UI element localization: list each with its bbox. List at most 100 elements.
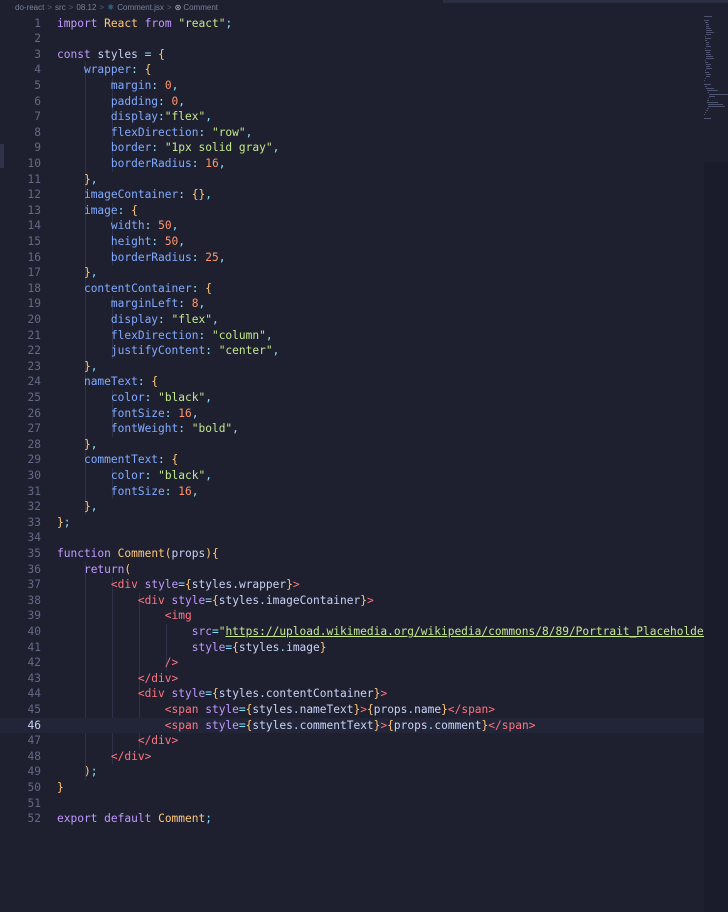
code-line[interactable]: 47 </div> bbox=[0, 733, 704, 749]
code-text[interactable]: borderRadius: 25, bbox=[57, 250, 226, 266]
code-text[interactable]: color: "black", bbox=[57, 468, 212, 484]
code-line[interactable]: 5 margin: 0, bbox=[0, 78, 704, 94]
code-text[interactable]: flexDirection: "row", bbox=[57, 125, 253, 141]
code-text[interactable]: nameText: { bbox=[57, 374, 158, 390]
code-line[interactable]: 52 export default Comment; bbox=[0, 811, 704, 827]
code-line[interactable]: 46 <span style={styles.commentText}>{pro… bbox=[0, 717, 704, 734]
code-text[interactable]: commentText: { bbox=[57, 452, 178, 468]
code-text[interactable]: } bbox=[57, 780, 64, 796]
code-text[interactable]: }, bbox=[57, 172, 98, 188]
code-text[interactable]: function Comment(props){ bbox=[57, 546, 219, 562]
code-text[interactable]: <span style={styles.commentText}>{props.… bbox=[57, 718, 536, 734]
code-line[interactable]: 30 color: "black", bbox=[0, 468, 704, 484]
code-line[interactable]: 7 display:"flex", bbox=[0, 109, 704, 125]
code-text[interactable]: borderRadius: 16, bbox=[57, 156, 226, 172]
code-text[interactable]: <img bbox=[57, 608, 192, 624]
code-line[interactable]: 21 flexDirection: "column", bbox=[0, 328, 704, 344]
code-line[interactable]: 41 style={styles.image} bbox=[0, 640, 704, 656]
code-text[interactable]: src="https://upload.wikimedia.org/wikipe… bbox=[57, 624, 728, 640]
code-line[interactable]: 9 border: "1px solid gray", bbox=[0, 140, 704, 156]
breadcrumb-item-file[interactable]: Comment.jsx bbox=[117, 3, 164, 12]
code-line[interactable]: 38 <div style={styles.imageContainer}> bbox=[0, 593, 704, 609]
code-line[interactable]: 48 </div> bbox=[0, 749, 704, 765]
minimap[interactable] bbox=[704, 14, 728, 134]
code-line[interactable]: 49 ); bbox=[0, 764, 704, 780]
code-line[interactable]: 42 /> bbox=[0, 655, 704, 671]
code-text[interactable]: </div> bbox=[57, 749, 151, 765]
code-line[interactable]: 22 justifyContent: "center", bbox=[0, 343, 704, 359]
code-text[interactable]: }, bbox=[57, 499, 98, 515]
code-line[interactable]: 13 image: { bbox=[0, 203, 704, 219]
code-line[interactable]: 10 borderRadius: 16, bbox=[0, 156, 704, 172]
code-text[interactable]: padding: 0, bbox=[57, 94, 185, 110]
code-text[interactable]: width: 50, bbox=[57, 218, 178, 234]
code-text[interactable]: import React from "react"; bbox=[57, 16, 232, 32]
breadcrumb-item-project[interactable]: do-react bbox=[15, 3, 44, 12]
code-text[interactable]: return( bbox=[57, 562, 131, 578]
code-line[interactable]: 45 <span style={styles.nameText}>{props.… bbox=[0, 702, 704, 718]
code-line[interactable]: 1 import React from "react"; bbox=[0, 16, 704, 32]
code-line[interactable]: 23 }, bbox=[0, 359, 704, 375]
code-line[interactable]: 33}; bbox=[0, 515, 704, 531]
code-editor[interactable]: 1 import React from "react"; 2 3 const style… bbox=[0, 14, 728, 912]
code-line[interactable]: 6 padding: 0, bbox=[0, 94, 704, 110]
breadcrumb-item-folder[interactable]: 08.12 bbox=[76, 3, 96, 12]
code-text[interactable]: <div style={styles.wrapper}> bbox=[57, 577, 300, 593]
code-text[interactable]: justifyContent: "center", bbox=[57, 343, 279, 359]
code-line[interactable]: 15 height: 50, bbox=[0, 234, 704, 250]
code-text[interactable]: /> bbox=[57, 655, 178, 671]
code-text[interactable]: </div> bbox=[57, 733, 178, 749]
code-line[interactable]: 26 fontSize: 16, bbox=[0, 406, 704, 422]
breadcrumb-item-src[interactable]: src bbox=[55, 3, 66, 12]
code-text[interactable]: const styles = { bbox=[57, 47, 165, 63]
code-text[interactable]: border: "1px solid gray", bbox=[57, 140, 279, 156]
breadcrumb-item-symbol[interactable]: Comment bbox=[183, 3, 218, 12]
code-line[interactable]: 28 }, bbox=[0, 437, 704, 453]
code-line[interactable]: 43 </div> bbox=[0, 671, 704, 687]
code-text[interactable]: display:"flex", bbox=[57, 109, 212, 125]
code-line[interactable]: 24 nameText: { bbox=[0, 374, 704, 390]
code-text[interactable]: }, bbox=[57, 265, 98, 281]
code-text[interactable]: margin: 0, bbox=[57, 78, 178, 94]
code-text[interactable]: }, bbox=[57, 359, 98, 375]
code-line[interactable]: 40 src="https://upload.wikimedia.org/wik… bbox=[0, 624, 728, 640]
code-text[interactable]: <div style={styles.imageContainer}> bbox=[57, 593, 374, 609]
code-text[interactable]: style={styles.image} bbox=[57, 640, 327, 656]
code-line[interactable]: 12 imageContainer: {}, bbox=[0, 187, 704, 203]
code-line[interactable]: 3 const styles = { bbox=[0, 47, 704, 63]
code-line[interactable]: 27 fontWeight: "bold", bbox=[0, 421, 704, 437]
code-line[interactable]: 14 width: 50, bbox=[0, 218, 704, 234]
code-text[interactable]: height: 50, bbox=[57, 234, 185, 250]
code-line[interactable]: 51 bbox=[0, 796, 704, 812]
code-text[interactable]: fontWeight: "bold", bbox=[57, 421, 239, 437]
code-text[interactable]: <span style={styles.nameText}>{props.nam… bbox=[57, 702, 495, 718]
code-line[interactable]: 50} bbox=[0, 780, 704, 796]
code-line[interactable]: 16 borderRadius: 25, bbox=[0, 250, 704, 266]
code-line[interactable]: 18 contentContainer: { bbox=[0, 281, 704, 297]
code-text[interactable]: <div style={styles.contentContainer}> bbox=[57, 686, 387, 702]
code-text[interactable]: </div> bbox=[57, 671, 178, 687]
code-line[interactable]: 39 <img bbox=[0, 608, 704, 624]
code-text[interactable]: image: { bbox=[57, 203, 138, 219]
code-text[interactable]: fontSize: 16, bbox=[57, 484, 199, 500]
code-line[interactable]: 44 <div style={styles.contentContainer}> bbox=[0, 686, 704, 702]
code-line[interactable]: 11 }, bbox=[0, 172, 704, 188]
code-line[interactable]: 8 flexDirection: "row", bbox=[0, 125, 704, 141]
code-line[interactable]: 4 wrapper: { bbox=[0, 62, 704, 78]
editor-scrollbar[interactable] bbox=[704, 14, 728, 912]
code-line[interactable]: 19 marginLeft: 8, bbox=[0, 296, 704, 312]
code-text[interactable]: flexDirection: "column", bbox=[57, 328, 273, 344]
code-line[interactable]: 20 display: "flex", bbox=[0, 312, 704, 328]
code-line[interactable]: 34 bbox=[0, 530, 704, 546]
code-text[interactable]: display: "flex", bbox=[57, 312, 219, 328]
code-text[interactable]: fontSize: 16, bbox=[57, 406, 199, 422]
code-line[interactable]: 17 }, bbox=[0, 265, 704, 281]
code-line[interactable]: 29 commentText: { bbox=[0, 452, 704, 468]
code-line[interactable]: 36 return( bbox=[0, 562, 704, 578]
code-line[interactable]: 32 }, bbox=[0, 499, 704, 515]
code-text[interactable]: }, bbox=[57, 437, 98, 453]
code-text[interactable]: imageContainer: {}, bbox=[57, 187, 212, 203]
code-text[interactable]: color: "black", bbox=[57, 390, 212, 406]
code-text[interactable]: }; bbox=[57, 515, 71, 531]
code-text[interactable]: export default Comment; bbox=[57, 811, 212, 827]
